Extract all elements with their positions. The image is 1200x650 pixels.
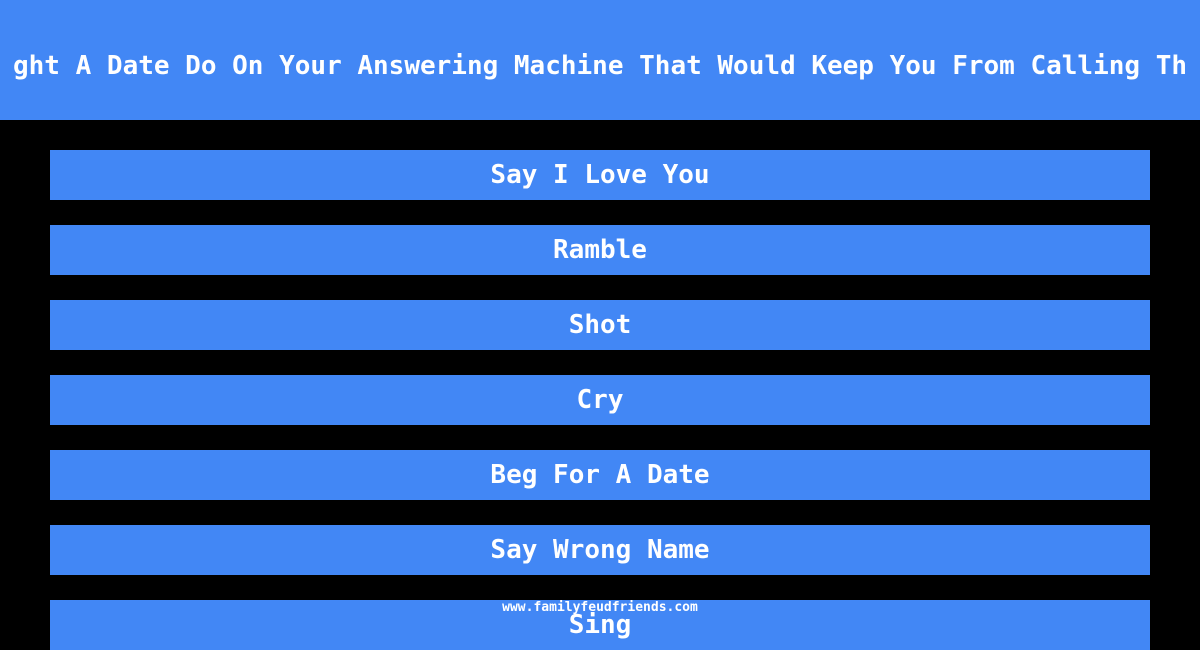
answer-item: Say Wrong Name xyxy=(50,525,1150,575)
answer-item: Beg For A Date xyxy=(50,450,1150,500)
answer-item: Ramble xyxy=(50,225,1150,275)
answer-item: Cry xyxy=(50,375,1150,425)
site-watermark: www.familyfeudfriends.com xyxy=(502,600,698,615)
answer-item: Shot xyxy=(50,300,1150,350)
answer-item: Say I Love You xyxy=(50,150,1150,200)
question-title: ght A Date Do On Your Answering Machine … xyxy=(13,51,1187,81)
question-header: ght A Date Do On Your Answering Machine … xyxy=(0,0,1200,120)
